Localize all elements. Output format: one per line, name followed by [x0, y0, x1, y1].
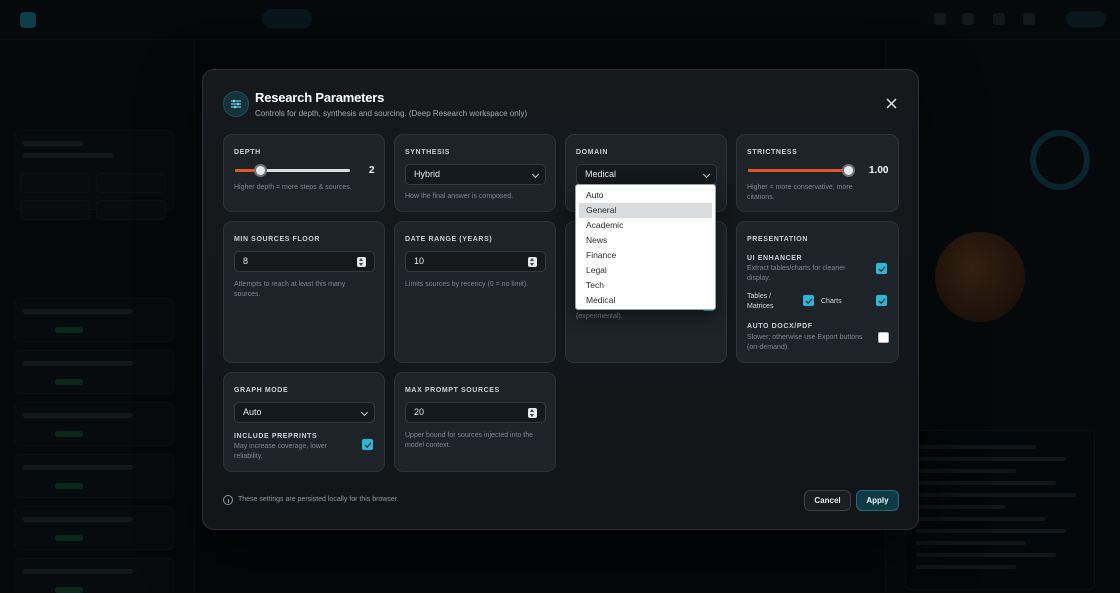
synthesis-card: SYNTHESIS Hybrid How the final answer is…: [394, 134, 556, 212]
dialog-title: Research Parameters: [255, 90, 385, 105]
close-icon: [886, 98, 896, 108]
auto-docx-desc: Slower; otherwise use Export buttons (on…: [747, 334, 863, 351]
ui-enhancer-checkbox[interactable]: [876, 263, 887, 274]
ui-enhancer-desc: Extract tables/charts for cleaner displa…: [747, 265, 846, 282]
strictness-card: STRICTNESS 1.00 Higher = more conservati…: [736, 134, 899, 212]
domain-option-finance[interactable]: Finance: [579, 248, 712, 263]
ui-enhancer-title: UI ENHANCER: [747, 255, 803, 262]
info-icon: [223, 495, 233, 505]
research-parameters-dialog: Research Parameters Controls for depth, …: [202, 69, 919, 530]
chevron-down-icon: [360, 408, 369, 417]
strictness-slider[interactable]: [748, 164, 855, 177]
max-prompt-input[interactable]: 20: [405, 402, 546, 423]
preprints-desc: May increase coverage, lower reliability…: [234, 443, 327, 460]
max-prompt-value: 20: [414, 407, 425, 417]
min-sources-hint: Attempts to reach at least this many sou…: [234, 281, 346, 298]
min-sources-card: MIN SOURCES FLOOR 8 Attempts to reach at…: [223, 221, 385, 363]
domain-option-tech[interactable]: Tech: [579, 278, 712, 293]
max-prompt-card: MAX PROMPT SOURCES 20 Upper bound for so…: [394, 372, 556, 472]
cancel-button[interactable]: Cancel: [804, 490, 851, 511]
max-prompt-hint: Upper bound for sources injected into th…: [405, 432, 534, 449]
close-button[interactable]: [882, 94, 900, 112]
charts-checkbox[interactable]: [876, 295, 887, 306]
tables-checkbox[interactable]: [803, 295, 814, 306]
date-range-value: 10: [414, 256, 425, 266]
domain-select-value: Medical: [585, 169, 617, 179]
charts-label: Charts: [821, 298, 842, 305]
auto-docx-checkbox[interactable]: [878, 332, 889, 343]
strictness-slider-fill: [748, 169, 848, 172]
synthesis-hint: How the final answer is composed.: [405, 193, 514, 200]
date-range-card: DATE RANGE (YEARS) 10 Limits sources by …: [394, 221, 556, 363]
stepper-icon[interactable]: [528, 408, 537, 418]
depth-hint: Higher depth = more steps & sources.: [234, 184, 352, 191]
strictness-value: 1.00: [869, 165, 889, 176]
graph-mode-card: GRAPH MODE Auto INCLUDE PREPRINTS May in…: [223, 372, 385, 472]
depth-label: DEPTH: [234, 149, 261, 156]
depth-slider-handle[interactable]: [254, 164, 268, 177]
date-range-label: DATE RANGE (YEARS): [405, 236, 493, 243]
date-range-hint: Limits sources by recency (0 = no limit)…: [405, 281, 529, 288]
min-sources-input[interactable]: 8: [234, 251, 375, 272]
domain-label: DOMAIN: [576, 149, 608, 156]
domain-select[interactable]: Medical: [576, 164, 717, 185]
tables-label: Tables / Matrices: [747, 293, 774, 310]
depth-card: DEPTH 2 Higher depth = more steps & sour…: [223, 134, 385, 212]
min-sources-value: 8: [243, 256, 249, 266]
graph-mode-select-value: Auto: [243, 407, 262, 417]
graph-mode-label: GRAPH MODE: [234, 387, 289, 394]
presentation-label: PRESENTATION: [747, 236, 808, 243]
domain-option-auto[interactable]: Auto: [579, 188, 712, 203]
depth-slider[interactable]: [235, 164, 350, 177]
synthesis-select-value: Hybrid: [414, 169, 441, 179]
domain-option-general[interactable]: General: [579, 203, 712, 218]
sliders-icon: [223, 91, 249, 117]
domain-option-news[interactable]: News: [579, 233, 712, 248]
domain-option-legal[interactable]: Legal: [579, 263, 712, 278]
dialog-subtitle: Controls for depth, synthesis and sourci…: [255, 109, 528, 118]
apply-button[interactable]: Apply: [856, 490, 899, 511]
domain-option-academic[interactable]: Academic: [579, 218, 712, 233]
domain-dropdown-list: Auto General Academic News Finance Legal Tech M…: [575, 184, 716, 310]
depth-value: 2: [369, 165, 375, 176]
chevron-down-icon: [702, 170, 711, 179]
date-range-input[interactable]: 10: [405, 251, 546, 272]
synthesis-select[interactable]: Hybrid: [405, 164, 546, 185]
stepper-icon[interactable]: [357, 257, 366, 267]
chevron-down-icon: [531, 170, 540, 179]
auto-docx-title: AUTO DOCX/PDF: [747, 323, 813, 330]
strictness-label: STRICTNESS: [747, 149, 798, 156]
synthesis-label: SYNTHESIS: [405, 149, 451, 156]
max-prompt-label: MAX PROMPT SOURCES: [405, 387, 500, 394]
preprints-checkbox[interactable]: [362, 439, 373, 450]
preprints-title: INCLUDE PREPRINTS: [234, 433, 318, 440]
graph-mode-select[interactable]: Auto: [234, 402, 375, 423]
experimental-hint: (experimental).: [576, 313, 623, 320]
domain-option-medical[interactable]: Medical: [579, 293, 712, 308]
min-sources-label: MIN SOURCES FLOOR: [234, 236, 321, 243]
strictness-slider-handle[interactable]: [842, 164, 855, 177]
strictness-hint: Higher = more conservative, more citatio…: [747, 184, 853, 201]
presentation-card: PRESENTATION UI ENHANCER Extract tables/…: [736, 221, 899, 363]
footer-note: These settings are persisted locally for…: [238, 496, 399, 503]
stepper-icon[interactable]: [528, 257, 537, 267]
